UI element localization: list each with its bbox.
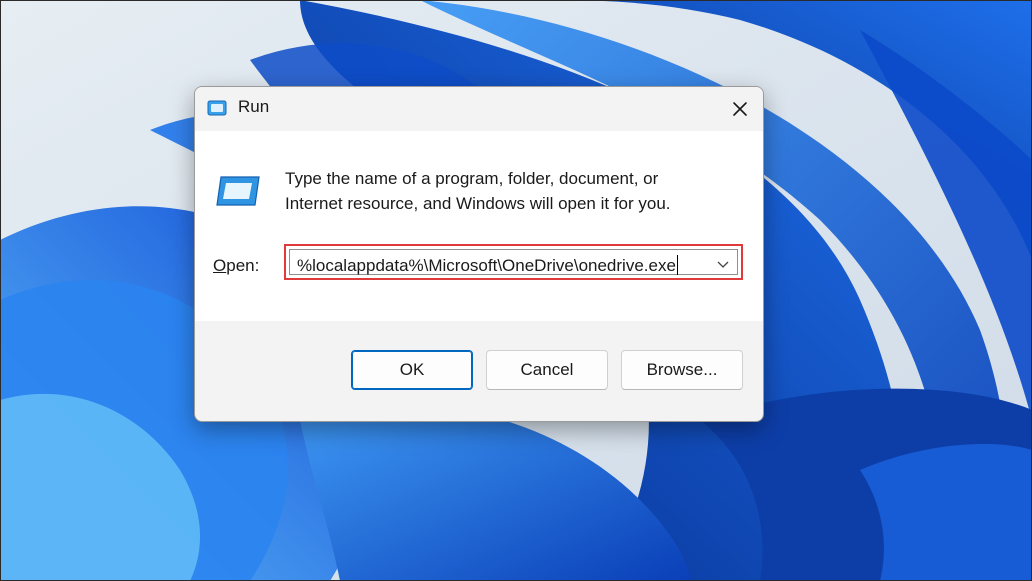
run-dialog: Run Type the name of a program, folder, …	[194, 86, 764, 422]
open-label: Open:	[213, 256, 260, 275]
instruction-line-1: Type the name of a program, folder, docu…	[285, 169, 659, 188]
ok-button[interactable]: OK	[351, 350, 473, 390]
instruction-line-2: Internet resource, and Windows will open…	[285, 194, 671, 213]
title-bar[interactable]: Run	[195, 87, 763, 131]
open-field-highlight: %localappdata%\Microsoft\OneDrive\onedri…	[284, 244, 743, 280]
close-icon	[733, 102, 747, 116]
browse-button[interactable]: Browse...	[621, 350, 743, 390]
close-button[interactable]	[717, 87, 763, 131]
cancel-button[interactable]: Cancel	[486, 350, 608, 390]
run-app-icon	[207, 100, 227, 116]
open-input[interactable]: %localappdata%\Microsoft\OneDrive\onedri…	[297, 255, 678, 276]
instruction-text: Type the name of a program, folder, docu…	[285, 166, 725, 216]
open-input-value: %localappdata%\Microsoft\OneDrive\onedri…	[297, 256, 676, 275]
text-caret	[676, 255, 678, 275]
run-app-icon	[216, 176, 260, 206]
open-combobox[interactable]: %localappdata%\Microsoft\OneDrive\onedri…	[289, 249, 738, 275]
dialog-title: Run	[238, 97, 270, 116]
chevron-down-icon[interactable]	[715, 256, 731, 272]
dialog-content: Type the name of a program, folder, docu…	[195, 131, 763, 321]
